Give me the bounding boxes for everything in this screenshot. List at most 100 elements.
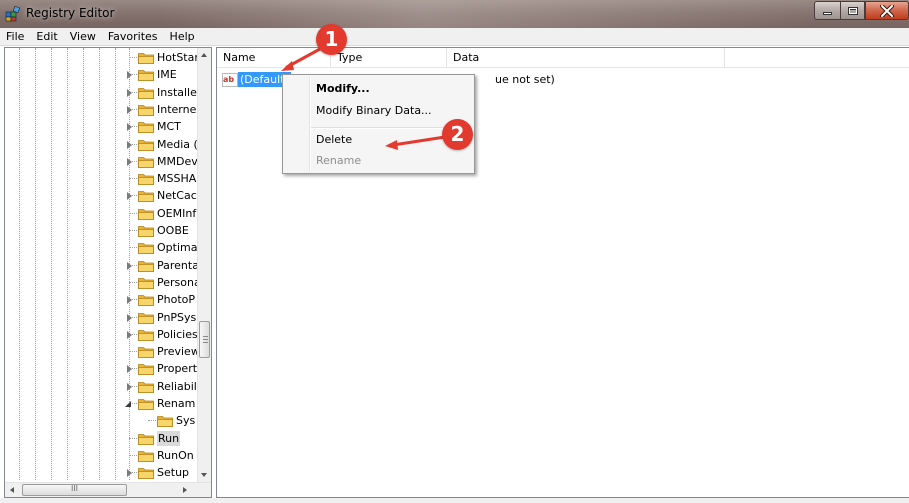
tree-item-label: Media ( — [157, 137, 198, 151]
rename-menu-item: Rename — [316, 154, 362, 167]
tree-item-label: Parenta — [157, 258, 199, 272]
folder-icon — [138, 138, 154, 151]
expanded-arrow-icon[interactable] — [125, 400, 133, 408]
title-bar: Registry Editor — [0, 0, 909, 28]
tree-connector — [129, 178, 137, 180]
folder-icon — [138, 466, 154, 480]
regedit-icon — [5, 6, 21, 22]
tree-item[interactable]: OOBE — [5, 222, 199, 239]
tree-item-label: HotStar — [157, 51, 199, 64]
folder-icon — [157, 414, 173, 428]
tree-item[interactable]: MSSHA — [5, 170, 199, 187]
expand-arrow-icon[interactable] — [125, 261, 133, 270]
tree-item[interactable]: MCT — [5, 118, 199, 135]
tree-horizontal-scrollbar[interactable]: III — [5, 482, 211, 497]
tree-item[interactable]: Interne — [5, 101, 199, 118]
expand-arrow-icon[interactable] — [125, 105, 133, 114]
menu-help[interactable]: Help — [164, 28, 201, 46]
folder-icon — [138, 293, 154, 307]
expand-arrow-icon[interactable] — [125, 382, 133, 391]
folder-icon — [138, 345, 154, 358]
modify-binary-menu-item[interactable]: Modify Binary Data... — [316, 104, 432, 117]
expand-arrow-icon[interactable] — [125, 88, 133, 97]
tree-item-label: MMDev — [157, 154, 198, 168]
tree-connector — [129, 351, 137, 353]
column-data-header[interactable]: Data — [447, 48, 725, 68]
expand-arrow-icon[interactable] — [125, 313, 133, 322]
tree-item[interactable]: Media ( — [5, 136, 199, 153]
annotation-badge-1: 1 — [316, 24, 347, 55]
registry-tree[interactable]: HotStar IME Installe Interne MCT Media ( MMDev… — [4, 47, 212, 498]
scroll-up-icon[interactable] — [201, 53, 207, 57]
tree-item[interactable]: Installe — [5, 84, 199, 101]
tree-item[interactable]: Persona — [5, 274, 201, 291]
tree-vertical-scroll-thumb[interactable] — [199, 321, 210, 358]
menu-edit[interactable]: Edit — [30, 28, 63, 46]
expand-arrow-icon[interactable] — [125, 71, 133, 80]
expand-arrow-icon[interactable] — [125, 192, 133, 201]
minimize-button[interactable] — [814, 1, 840, 20]
tree-item-label: RunOn — [157, 448, 194, 462]
tree-item[interactable]: Sys — [5, 412, 199, 429]
close-icon — [880, 4, 894, 17]
tree-item[interactable]: MMDev — [5, 153, 199, 170]
scroll-left-icon[interactable] — [10, 487, 14, 493]
tree-item-label: Optima — [157, 241, 198, 255]
tree-item-label: NetCac — [157, 189, 197, 203]
tree-item-label: Persona — [157, 275, 201, 289]
folder-icon — [138, 241, 154, 255]
close-button[interactable] — [865, 1, 909, 20]
tree-item[interactable]: Renam — [5, 395, 199, 412]
tree-item[interactable]: Policies — [5, 326, 199, 343]
tree-connector — [129, 281, 137, 283]
modify-menu-item[interactable]: Modify... — [316, 82, 370, 95]
tree-item[interactable]: IME — [5, 66, 199, 83]
tree-vertical-scrollbar[interactable] — [197, 48, 211, 482]
folder-icon — [138, 120, 154, 134]
tree-item[interactable]: Setup — [5, 464, 199, 481]
folder-icon — [138, 311, 154, 324]
tree-connector — [148, 420, 156, 422]
tree-item[interactable]: Preview — [5, 343, 200, 360]
expand-arrow-icon[interactable] — [125, 330, 133, 339]
tree-item[interactable]: Propert — [5, 360, 199, 377]
column-name-header[interactable]: Name — [217, 48, 331, 68]
menu-file[interactable]: File — [0, 28, 30, 46]
folder-icon — [138, 276, 154, 289]
expand-arrow-icon[interactable] — [125, 296, 133, 305]
maximize-button[interactable] — [840, 1, 865, 20]
tree-item[interactable]: PhotoP — [5, 291, 199, 308]
tree-item-label: Preview — [157, 345, 200, 359]
folder-icon — [138, 328, 154, 341]
tree-item[interactable]: HotStar — [5, 49, 199, 66]
svg-text:ab: ab — [223, 75, 234, 84]
delete-menu-item[interactable]: Delete — [316, 133, 352, 146]
scroll-right-icon[interactable] — [183, 487, 187, 493]
tree-connector — [129, 230, 137, 231]
menu-favorites[interactable]: Favorites — [102, 28, 164, 46]
status-bar — [0, 498, 909, 503]
expand-arrow-icon[interactable] — [125, 123, 133, 132]
tree-item[interactable]: Parenta — [5, 257, 199, 274]
tree-item-label: Sys — [176, 414, 196, 428]
expand-arrow-icon[interactable] — [125, 469, 133, 478]
annotation-badge-2: 2 — [442, 119, 473, 150]
tree-horizontal-scroll-thumb[interactable]: III — [22, 484, 127, 496]
folder-icon — [138, 380, 154, 393]
expand-arrow-icon[interactable] — [125, 140, 133, 149]
tree-item[interactable]: Reliabil — [5, 378, 199, 395]
scroll-down-icon[interactable] — [201, 473, 207, 477]
column-type-header[interactable]: Type — [331, 48, 447, 68]
tree-item[interactable]: RunOn — [5, 447, 199, 464]
folder-icon — [138, 68, 154, 82]
folder-icon — [138, 189, 154, 203]
expand-arrow-icon[interactable] — [125, 157, 133, 166]
tree-item[interactable]: NetCac — [5, 187, 199, 204]
folder-icon — [138, 207, 154, 220]
tree-item[interactable]: Run — [5, 430, 199, 447]
tree-item[interactable]: PnPSys — [5, 309, 199, 326]
tree-item[interactable]: Optima — [5, 239, 199, 256]
expand-arrow-icon[interactable] — [125, 365, 133, 374]
tree-item[interactable]: OEMInf — [5, 205, 199, 222]
menu-view[interactable]: View — [64, 28, 102, 46]
